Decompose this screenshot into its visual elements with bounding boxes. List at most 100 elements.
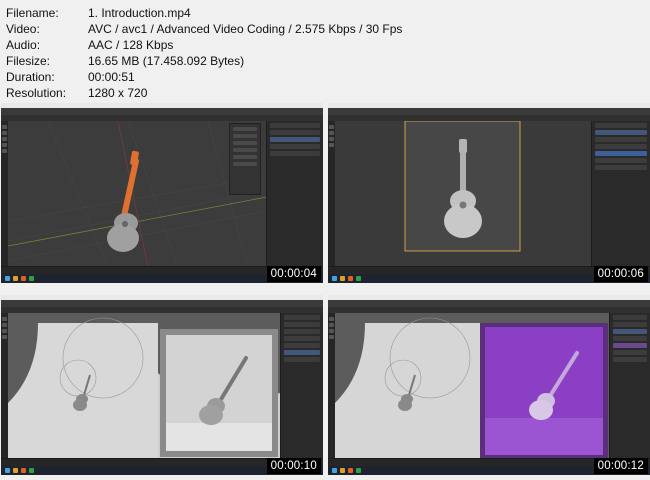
studio-scene xyxy=(8,313,281,459)
thumbnail-2[interactable]: 00:00:06 xyxy=(328,103,650,283)
outliner-row[interactable] xyxy=(613,343,647,348)
outliner-row[interactable] xyxy=(613,322,647,327)
outliner-row[interactable] xyxy=(595,123,647,128)
info-value: 00:00:51 xyxy=(88,70,135,84)
outliner-row[interactable] xyxy=(284,336,320,341)
outliner-row[interactable] xyxy=(284,329,320,334)
tool-icon xyxy=(329,143,334,147)
outliner-row[interactable] xyxy=(595,158,647,163)
outliner-row[interactable] xyxy=(613,336,647,341)
info-value: AAC / 128 Kbps xyxy=(88,38,174,52)
tool-icon xyxy=(2,125,7,129)
timestamp: 00:00:04 xyxy=(266,266,321,282)
app-icon[interactable] xyxy=(356,276,361,281)
outliner-row[interactable] xyxy=(284,343,320,348)
info-row-resolution: Resolution: 1280 x 720 xyxy=(6,85,402,101)
info-label: Audio: xyxy=(6,38,41,52)
viewport-3d xyxy=(335,313,610,459)
start-icon[interactable] xyxy=(332,276,337,281)
thumbnail-3[interactable]: 00:00:10 xyxy=(1,295,323,475)
outliner-row[interactable] xyxy=(270,144,320,149)
viewport-3d xyxy=(335,120,592,267)
info-value: 1. Introduction.mp4 xyxy=(88,6,191,20)
outliner-row[interactable] xyxy=(595,151,647,156)
viewport-3d xyxy=(8,313,281,459)
properties-panel xyxy=(229,123,261,195)
outliner-row[interactable] xyxy=(270,137,320,142)
outliner-panel xyxy=(609,313,650,459)
info-value: 1280 x 720 xyxy=(88,86,148,100)
tool-icon xyxy=(2,323,7,327)
tool-icon xyxy=(2,317,7,321)
info-row-filename: Filename: 1. Introduction.mp4 xyxy=(6,5,402,21)
thumbnail-1[interactable]: 00:00:04 xyxy=(1,103,323,283)
info-label: Duration: xyxy=(6,70,55,84)
outliner-row[interactable] xyxy=(595,144,647,149)
tool-icon xyxy=(329,131,334,135)
outliner-panel xyxy=(591,121,650,267)
tool-icon xyxy=(2,329,7,333)
blender-icon[interactable] xyxy=(21,276,26,281)
outliner-row[interactable] xyxy=(613,350,647,355)
tool-icon xyxy=(2,143,7,147)
toolbar xyxy=(328,121,335,267)
info-label: Filesize: xyxy=(6,54,51,68)
folder-icon[interactable] xyxy=(13,276,18,281)
app-icon[interactable] xyxy=(29,468,34,473)
timestamp: 00:00:12 xyxy=(593,458,648,474)
tool-icon xyxy=(329,125,334,129)
outliner-row[interactable] xyxy=(613,315,647,320)
blender-icon[interactable] xyxy=(21,468,26,473)
blender-icon[interactable] xyxy=(348,276,353,281)
outliner-row[interactable] xyxy=(613,357,647,362)
info-value: 16.65 MB (17.458.092 Bytes) xyxy=(88,54,245,68)
info-label: Video: xyxy=(6,22,40,36)
tool-icon xyxy=(329,317,334,321)
folder-icon[interactable] xyxy=(13,468,18,473)
tool-icon xyxy=(2,137,7,141)
tool-icon xyxy=(2,131,7,135)
tool-icon xyxy=(2,335,7,339)
video-info: Filename: 1. Introduction.mp4 Video: AVC /… xyxy=(6,5,402,101)
outliner-row[interactable] xyxy=(284,315,320,320)
folder-icon[interactable] xyxy=(340,468,345,473)
studio-scene-purple xyxy=(335,313,610,459)
tool-icon xyxy=(329,323,334,327)
outliner-row[interactable] xyxy=(270,151,320,156)
tool-icon xyxy=(329,329,334,333)
outliner-row[interactable] xyxy=(595,130,647,135)
info-label: Resolution: xyxy=(6,86,67,100)
folder-icon[interactable] xyxy=(340,276,345,281)
app-icon[interactable] xyxy=(356,468,361,473)
toolbar xyxy=(1,313,8,459)
start-icon[interactable] xyxy=(332,468,337,473)
outliner-row[interactable] xyxy=(284,322,320,327)
timestamp: 00:00:10 xyxy=(266,458,321,474)
info-row-audio: Audio: AAC / 128 Kbps xyxy=(6,37,402,53)
toolbar xyxy=(328,313,335,459)
outliner-row[interactable] xyxy=(595,137,647,142)
info-label: Filename: xyxy=(6,6,59,20)
tool-icon xyxy=(329,137,334,141)
app-icon[interactable] xyxy=(29,276,34,281)
outliner-panel xyxy=(266,121,323,267)
start-icon[interactable] xyxy=(5,276,10,281)
outliner-row[interactable] xyxy=(270,123,320,128)
guitar-camera-scene xyxy=(335,120,592,267)
outliner-row[interactable] xyxy=(613,329,647,334)
start-icon[interactable] xyxy=(5,468,10,473)
info-row-video: Video: AVC / avc1 / Advanced Video Coding… xyxy=(6,21,402,37)
toolbar xyxy=(1,121,8,267)
timestamp: 00:00:06 xyxy=(593,266,648,282)
outliner-row[interactable] xyxy=(284,350,320,355)
blender-icon[interactable] xyxy=(348,468,353,473)
thumbnail-4[interactable]: 00:00:12 xyxy=(328,295,650,475)
tool-icon xyxy=(329,335,334,339)
tool-icon xyxy=(2,149,7,153)
outliner-row[interactable] xyxy=(595,165,647,170)
info-value: AVC / avc1 / Advanced Video Coding / 2.5… xyxy=(88,22,403,36)
outliner-row[interactable] xyxy=(284,357,320,362)
info-row-filesize: Filesize: 16.65 MB (17.458.092 Bytes) xyxy=(6,53,402,69)
outliner-panel xyxy=(280,313,323,459)
outliner-row[interactable] xyxy=(270,130,320,135)
